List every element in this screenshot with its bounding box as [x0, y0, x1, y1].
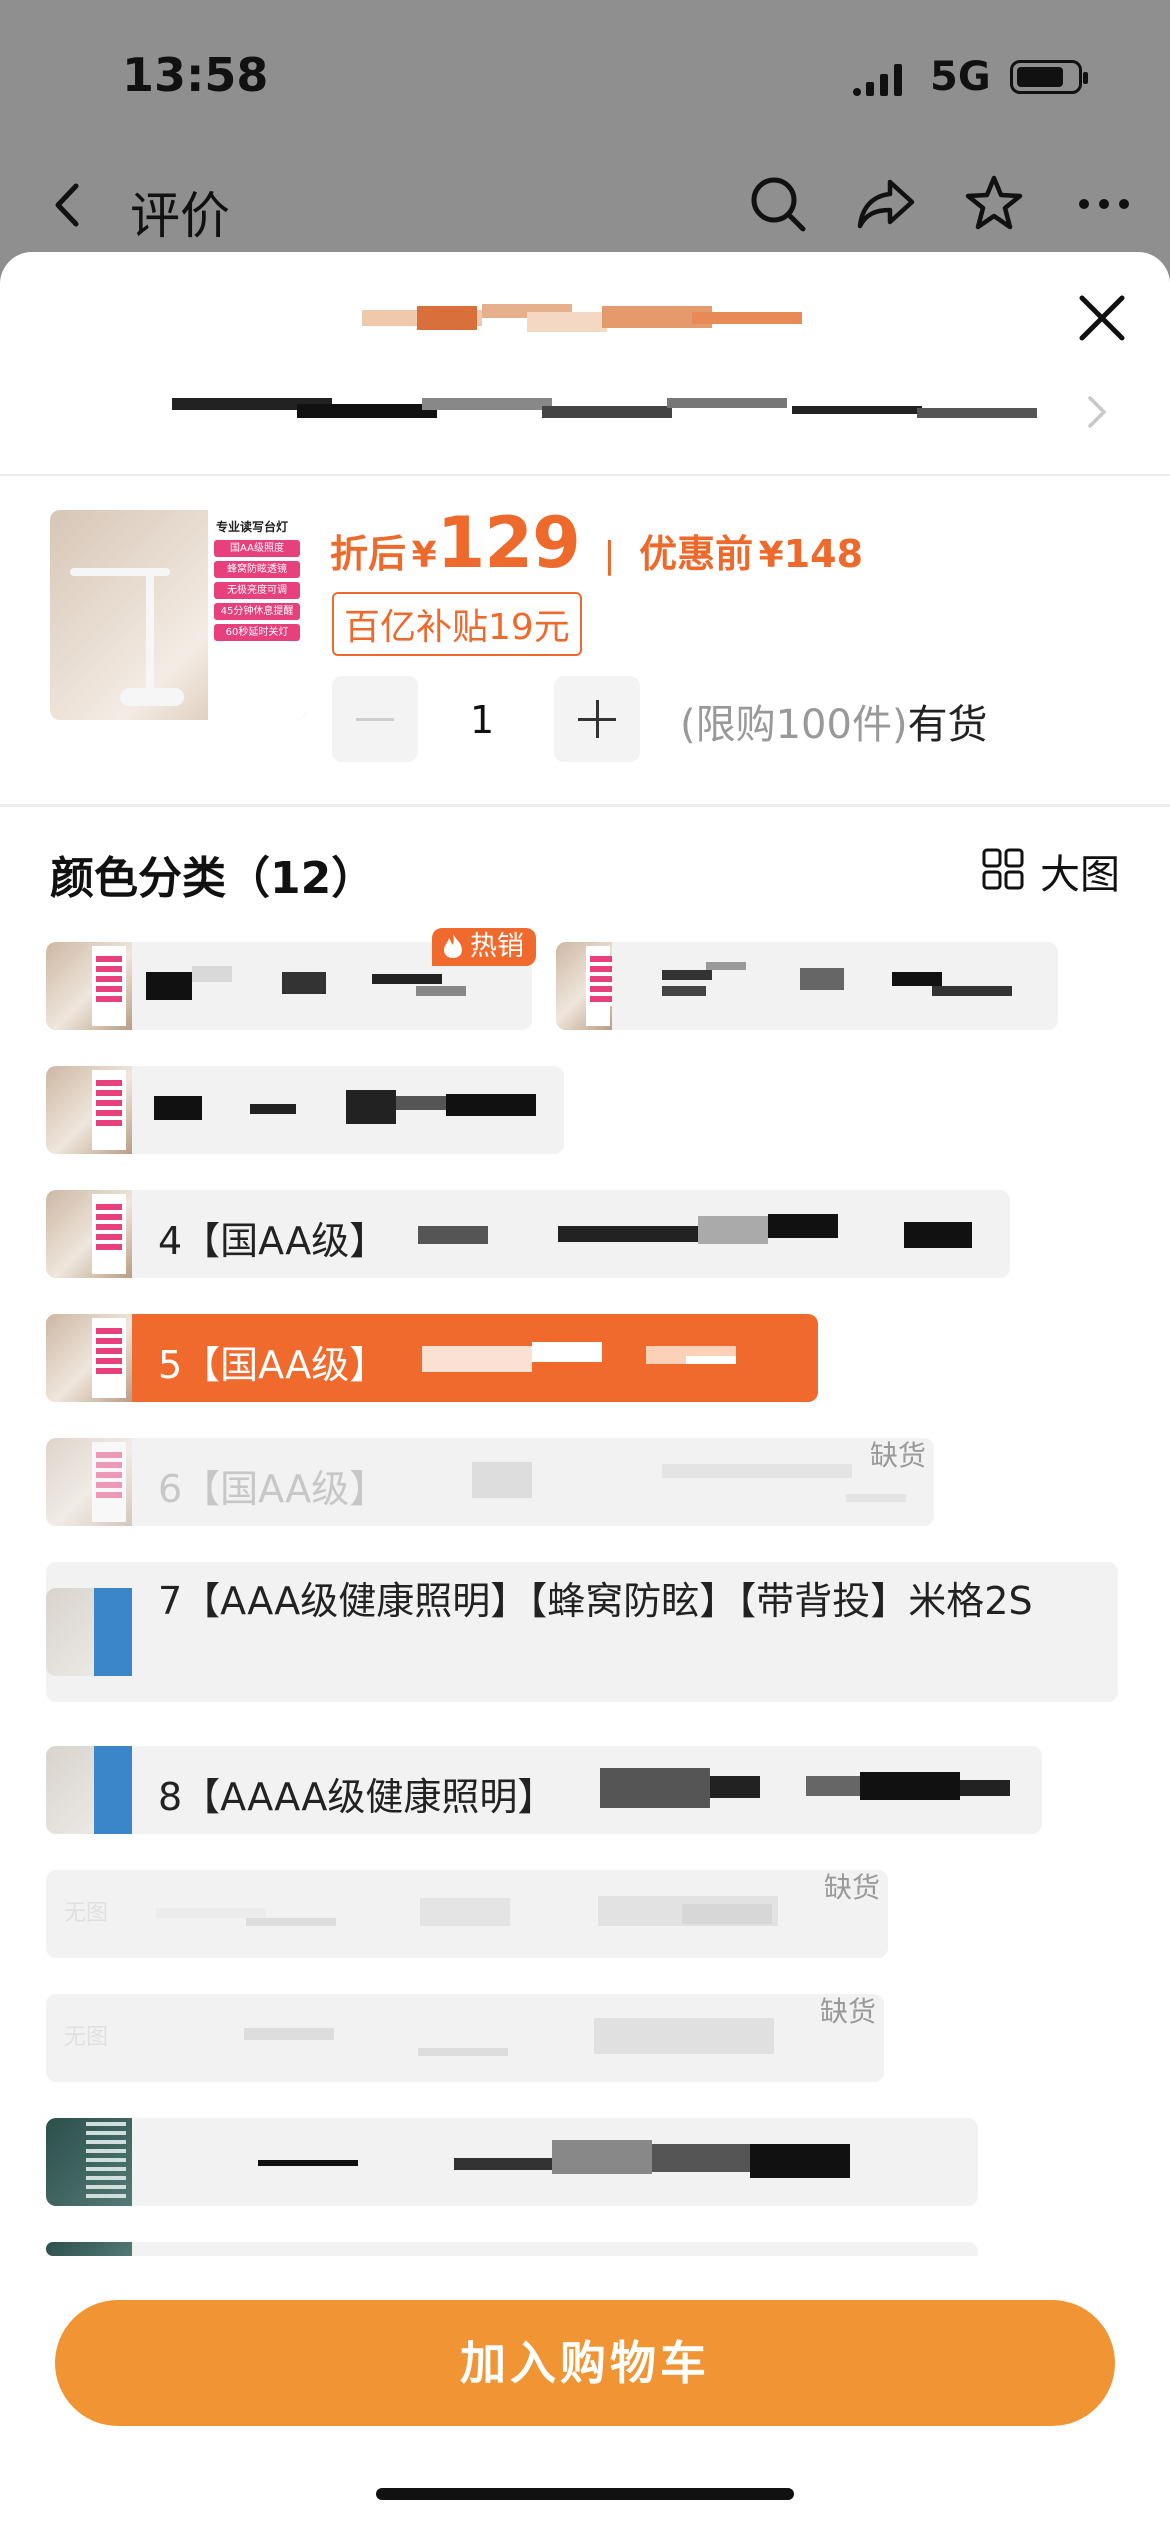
out-of-stock-badge: 缺货 — [869, 1439, 926, 1472]
stock-info: (限购100件)有货 — [680, 692, 988, 750]
status-bar: 13:58 5G — [0, 0, 1170, 150]
option-thumbnail — [46, 1746, 132, 1834]
chevron-right-icon[interactable] — [1082, 392, 1112, 432]
option-label: 7【AAA级健康照明】【蜂窝防眩】【带背投】米格2S — [158, 1579, 1033, 1623]
option-thumbnail — [556, 942, 612, 1030]
price-line: 折后 ¥129 | 优惠前 ¥148 — [330, 502, 863, 584]
grid-icon — [982, 848, 1024, 890]
option-thumbnail — [46, 2242, 132, 2256]
redacted-promo-banner — [362, 302, 802, 338]
option-thumbnail — [46, 1438, 132, 1526]
option-label: 6【国AA级】 — [158, 1467, 388, 1511]
sku-sheet: 专业读写台灯 国AA级照度 蜂窝防眩透镜 无极亮度可调 45分钟休息提醒 60秒… — [0, 252, 1170, 2532]
section-title: 颜色分类（12） — [50, 853, 376, 904]
out-of-stock-badge: 缺货 — [823, 1871, 880, 1904]
option-chip[interactable] — [46, 2242, 978, 2256]
star-icon[interactable] — [964, 174, 1024, 234]
option-chip[interactable]: 7【AAA级健康照明】【蜂窝防眩】【带背投】米格2S — [46, 1562, 1118, 1702]
share-icon[interactable] — [856, 174, 916, 234]
home-indicator[interactable] — [376, 2488, 794, 2500]
thumb-tag: 蜂窝防眩透镜 — [214, 561, 300, 578]
status-time: 13:58 — [122, 48, 269, 102]
no-image-placeholder: 无图 — [64, 1901, 109, 1926]
price-after-label: 折后 — [330, 532, 407, 576]
quantity-increase-button[interactable] — [554, 676, 640, 762]
price-before: 148 — [783, 532, 864, 576]
more-icon[interactable] — [1074, 174, 1134, 234]
network-label: 5G — [930, 54, 991, 100]
product-thumbnail[interactable]: 专业读写台灯 国AA级照度 蜂窝防眩透镜 无极亮度可调 45分钟休息提醒 60秒… — [50, 510, 306, 720]
stock-status: 有货 — [907, 702, 988, 748]
add-to-cart-button[interactable]: 加入购物车 — [55, 2300, 1115, 2426]
option-chip[interactable]: 6【国AA级】 缺货 — [46, 1438, 934, 1526]
price-after: 129 — [436, 502, 581, 584]
option-thumbnail — [46, 1066, 132, 1154]
option-chip[interactable]: 无图 缺货 — [46, 1994, 884, 2082]
big-view-label: 大图 — [1040, 852, 1120, 898]
search-icon[interactable] — [748, 174, 808, 234]
signal-icon — [853, 64, 902, 96]
option-chip[interactable]: 5【国AA级】 — [46, 1314, 818, 1402]
nav-bar: 评价 — [0, 150, 1170, 260]
thumb-tag: 无极亮度可调 — [214, 582, 300, 599]
option-label: 5【国AA级】 — [158, 1343, 388, 1387]
option-label: 8【AAAA级健康照明】 — [158, 1775, 556, 1819]
no-image-placeholder: 无图 — [64, 2025, 109, 2050]
option-thumbnail — [46, 1314, 132, 1402]
option-thumbnail — [46, 1190, 132, 1278]
quantity-value[interactable]: 1 — [470, 698, 494, 742]
option-chip[interactable] — [556, 942, 1058, 1030]
hot-badge-label: 热销 — [470, 931, 524, 962]
option-chip[interactable]: 4【国AA级】 — [46, 1190, 1010, 1278]
thumb-title: 专业读写台灯 — [216, 520, 289, 534]
redacted-address-line[interactable] — [172, 390, 1042, 420]
option-chip[interactable] — [46, 1066, 564, 1154]
price-before-label: 优惠前 — [639, 532, 754, 576]
option-chip[interactable]: 无图 缺货 — [46, 1870, 888, 1958]
flame-icon — [444, 934, 462, 958]
out-of-stock-badge: 缺货 — [819, 1995, 876, 2028]
price-separator: | — [603, 535, 616, 576]
option-thumbnail — [46, 1588, 132, 1676]
thumb-tag: 60秒延时关灯 — [214, 624, 300, 641]
option-thumbnail — [46, 2118, 132, 2206]
option-chip[interactable] — [46, 2118, 978, 2206]
option-label: 4【国AA级】 — [158, 1219, 388, 1263]
close-icon[interactable] — [1072, 288, 1132, 348]
option-chip[interactable]: 8【AAAA级健康照明】 — [46, 1746, 1042, 1834]
subsidy-badge: 百亿补贴19元 — [332, 592, 582, 656]
purchase-limit: (限购100件) — [680, 702, 908, 748]
back-icon[interactable] — [48, 180, 88, 230]
currency-symbol: ¥ — [758, 535, 784, 576]
currency-symbol: ¥ — [411, 535, 437, 576]
battery-icon — [1010, 60, 1088, 94]
quantity-decrease-button[interactable] — [332, 676, 418, 762]
option-thumbnail — [46, 942, 132, 1030]
divider — [0, 804, 1170, 807]
thumb-tag: 国AA级照度 — [214, 540, 300, 557]
option-chip[interactable]: 热销 — [46, 928, 536, 1030]
divider — [0, 474, 1170, 476]
hot-badge: 热销 — [432, 928, 536, 966]
thumb-tag: 45分钟休息提醒 — [214, 603, 300, 620]
page-title: 评价 — [130, 187, 230, 245]
